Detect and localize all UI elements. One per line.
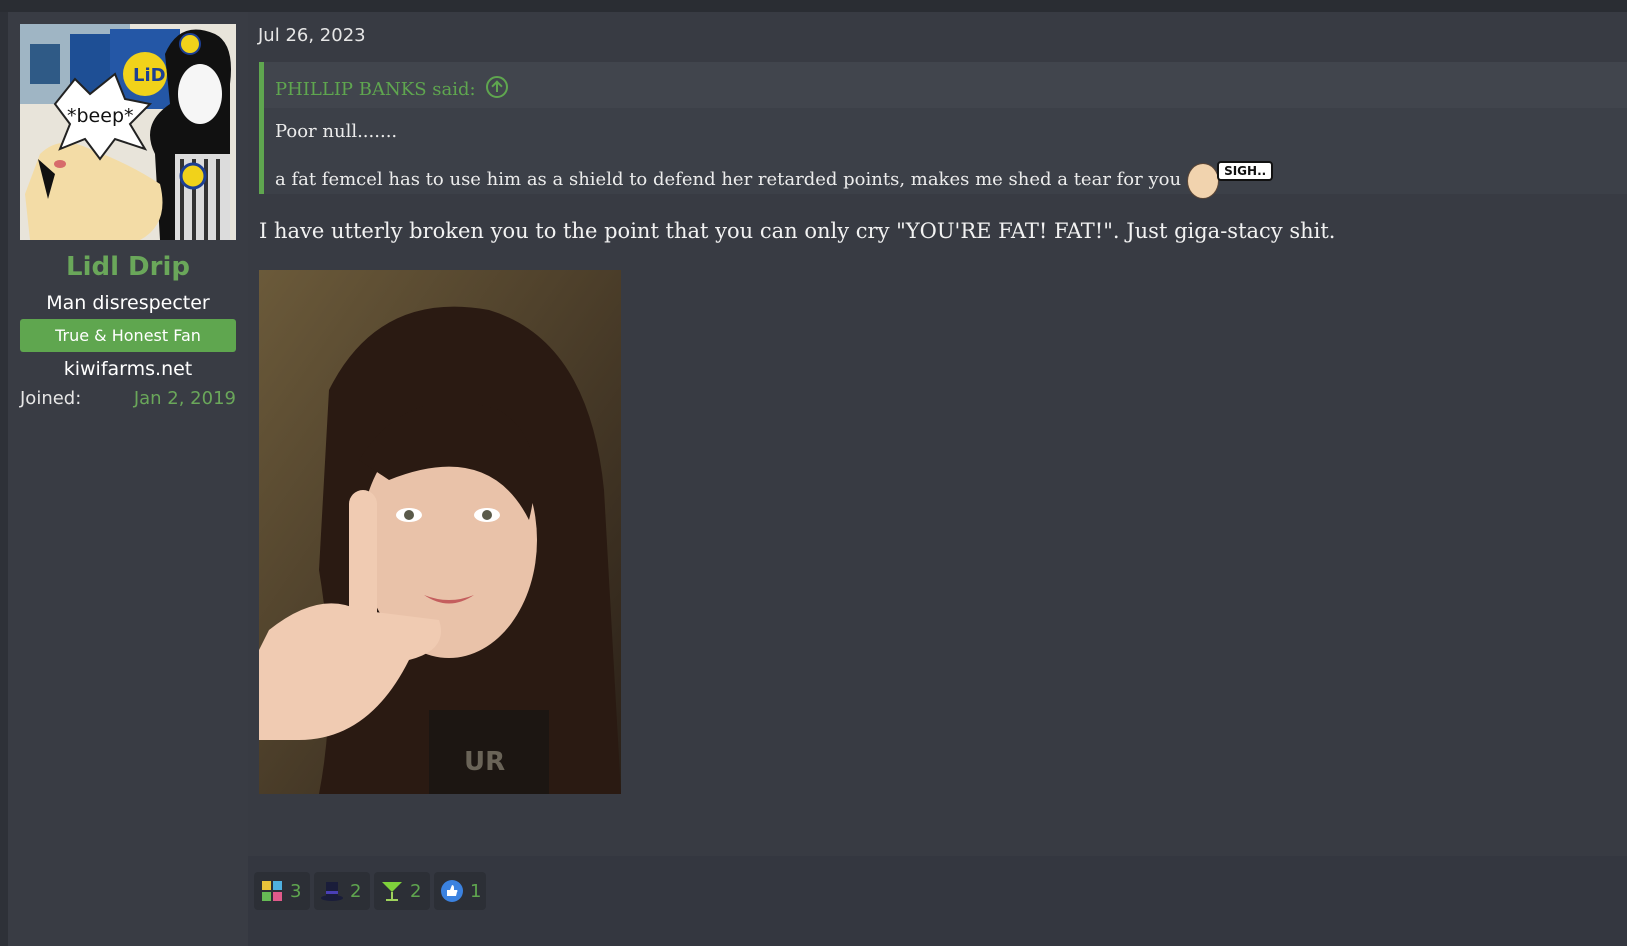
username[interactable]: Lidl Drip bbox=[8, 252, 248, 282]
reaction-count: 2 bbox=[410, 880, 422, 902]
post-image[interactable]: UR bbox=[259, 270, 621, 794]
puzzle-icon bbox=[260, 879, 284, 903]
reaction-thumbs-up[interactable]: 1 bbox=[434, 872, 486, 910]
svg-text:UR: UR bbox=[464, 747, 505, 777]
photo-portrait: UR bbox=[259, 270, 621, 794]
forum-post: LiDL *beep* Lidl Drip Man disrespecter T… bbox=[8, 12, 1627, 946]
svg-text:*beep*: *beep* bbox=[67, 105, 134, 127]
user-info-column: LiDL *beep* Lidl Drip Man disrespecter T… bbox=[8, 12, 248, 946]
sad-face-icon bbox=[1187, 163, 1220, 199]
reaction-count: 3 bbox=[290, 880, 302, 902]
reaction-count: 1 bbox=[470, 880, 482, 902]
user-banner: True & Honest Fan bbox=[20, 319, 236, 352]
cocktail-icon bbox=[380, 879, 404, 903]
top-bar bbox=[0, 0, 1627, 12]
post-date[interactable]: Jul 26, 2023 bbox=[258, 25, 366, 46]
quote-text-line-2: a fat femcel has to use him as a shield … bbox=[275, 159, 1274, 199]
sigh-bubble: SIGH.. bbox=[1217, 161, 1274, 181]
reaction-puzzle[interactable]: 3 bbox=[254, 872, 310, 910]
joined-date: Jan 2, 2019 bbox=[133, 388, 236, 409]
post-body-text: I have utterly broken you to the point t… bbox=[259, 219, 1336, 243]
avatar[interactable]: LiDL *beep* bbox=[20, 24, 236, 240]
arrow-up-circle-icon[interactable] bbox=[485, 76, 508, 98]
avatar-image: LiDL *beep* bbox=[20, 24, 236, 240]
sigh-smilie-icon: SIGH.. bbox=[1187, 159, 1274, 199]
post-main: Jul 26, 2023 PHILLIP BANKS said: Poor nu… bbox=[248, 12, 1627, 946]
quote-header: PHILLIP BANKS said: bbox=[264, 62, 1627, 108]
reaction-count: 2 bbox=[350, 880, 362, 902]
top-hat-icon bbox=[320, 879, 344, 903]
quote-author-label: PHILLIP BANKS said: bbox=[275, 79, 476, 100]
user-site: kiwifarms.net bbox=[63, 358, 193, 380]
reactions-bar: 3 2 2 1 bbox=[248, 856, 1627, 946]
quote-author-link[interactable]: PHILLIP BANKS said: bbox=[275, 76, 508, 100]
quote-text-line-1: Poor null....... bbox=[275, 121, 398, 142]
reaction-cocktail[interactable]: 2 bbox=[374, 872, 430, 910]
quote-block: PHILLIP BANKS said: Poor null....... a f… bbox=[259, 62, 1627, 199]
joined-label: Joined: bbox=[20, 388, 82, 409]
quote-text: a fat femcel has to use him as a shield … bbox=[275, 169, 1182, 190]
user-title: Man disrespecter bbox=[46, 292, 210, 314]
reaction-top-hat[interactable]: 2 bbox=[314, 872, 370, 910]
thumbs-up-icon bbox=[440, 879, 464, 903]
